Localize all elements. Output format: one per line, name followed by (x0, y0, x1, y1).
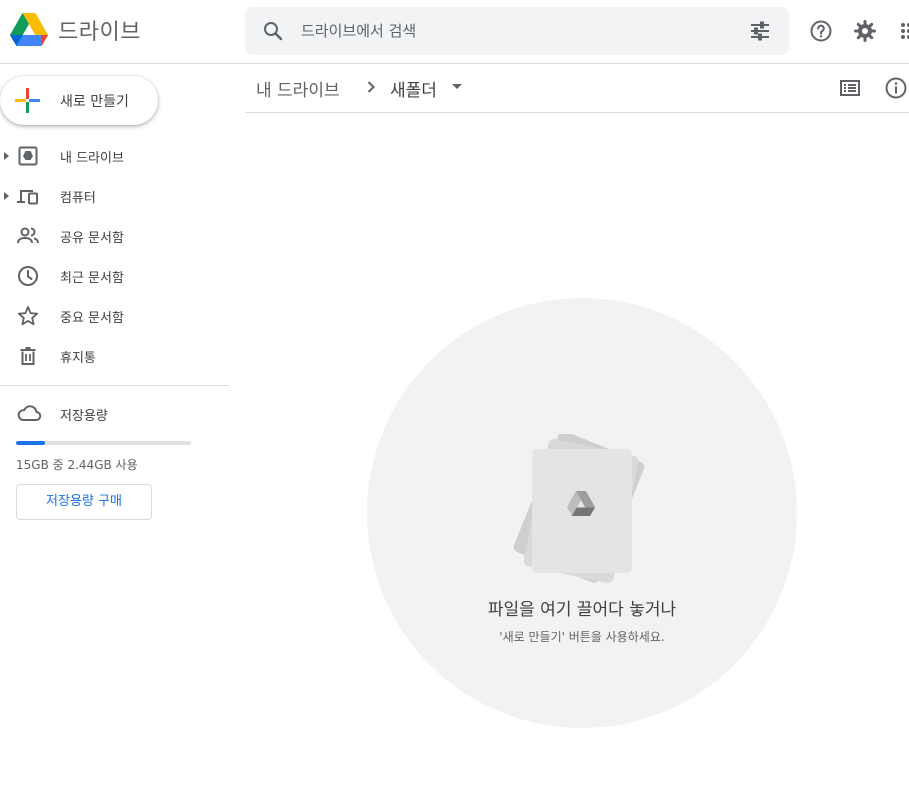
tune-icon[interactable] (748, 19, 772, 43)
empty-state-subtitle: '새로 만들기' 버튼을 사용하세요. (499, 630, 665, 644)
sidebar-item-label: 중요 문서함 (60, 311, 124, 326)
apps-grid-icon[interactable] (897, 19, 909, 43)
shared-people-icon (17, 227, 39, 244)
star-icon (17, 306, 39, 326)
search-box[interactable] (245, 7, 789, 55)
breadcrumb-current-folder[interactable]: 새폴더 (390, 76, 437, 101)
google-drive-logo[interactable] (10, 13, 48, 47)
plus-icon (15, 88, 40, 113)
computers-icon (17, 190, 38, 205)
sidebar-item-starred[interactable]: 중요 문서함 (0, 299, 229, 333)
app-title[interactable]: 드라이브 (58, 14, 141, 46)
storage-usage-fill (16, 441, 45, 445)
sidebar-divider (0, 385, 229, 386)
sidebar-item-recent[interactable]: 최근 문서함 (0, 259, 229, 293)
expand-arrow-icon[interactable] (4, 152, 9, 160)
my-drive-icon (18, 146, 38, 166)
drive-files-illustration (513, 434, 645, 584)
storage-usage-text: 15GB 중 2.44GB 사용 (16, 458, 138, 472)
sidebar-item-label: 컴퓨터 (60, 191, 96, 206)
expand-arrow-icon[interactable] (4, 192, 9, 200)
sidebar-item-label: 공유 문서함 (60, 231, 124, 246)
list-view-icon[interactable] (838, 76, 862, 100)
trash-icon (20, 347, 36, 365)
sidebar-item-trash[interactable]: 휴지통 (0, 339, 229, 373)
help-icon[interactable] (809, 19, 833, 43)
sidebar-item-computers[interactable]: 컴퓨터 (0, 179, 229, 213)
search-input[interactable] (301, 19, 731, 43)
info-icon[interactable] (884, 76, 908, 100)
sidebar-item-my-drive[interactable]: 내 드라이브 (0, 139, 229, 173)
chevron-right-icon (367, 81, 375, 93)
clock-icon (18, 266, 38, 286)
sidebar-item-shared[interactable]: 공유 문서함 (0, 219, 229, 253)
empty-state-title: 파일을 여기 끌어다 놓거나 (487, 600, 677, 620)
cloud-icon (17, 405, 42, 421)
new-button[interactable]: 새로 만들기 (0, 76, 158, 125)
chevron-down-icon[interactable] (452, 84, 462, 89)
new-button-label: 새로 만들기 (60, 94, 129, 110)
buy-storage-button[interactable]: 저장용량 구매 (16, 484, 152, 520)
breadcrumb-root[interactable]: 내 드라이브 (256, 76, 340, 101)
sidebar-item-label: 최근 문서함 (60, 271, 124, 286)
storage-usage-bar (16, 441, 191, 445)
storage-label[interactable]: 저장용량 (60, 405, 108, 424)
top-bar: 드라이브 (0, 0, 909, 64)
gear-icon[interactable] (853, 19, 877, 43)
sidebar-item-label: 내 드라이브 (60, 151, 124, 166)
search-icon[interactable] (261, 19, 285, 43)
breadcrumb: 내 드라이브 새폴더 (245, 64, 909, 113)
sidebar-item-label: 휴지통 (60, 351, 96, 366)
